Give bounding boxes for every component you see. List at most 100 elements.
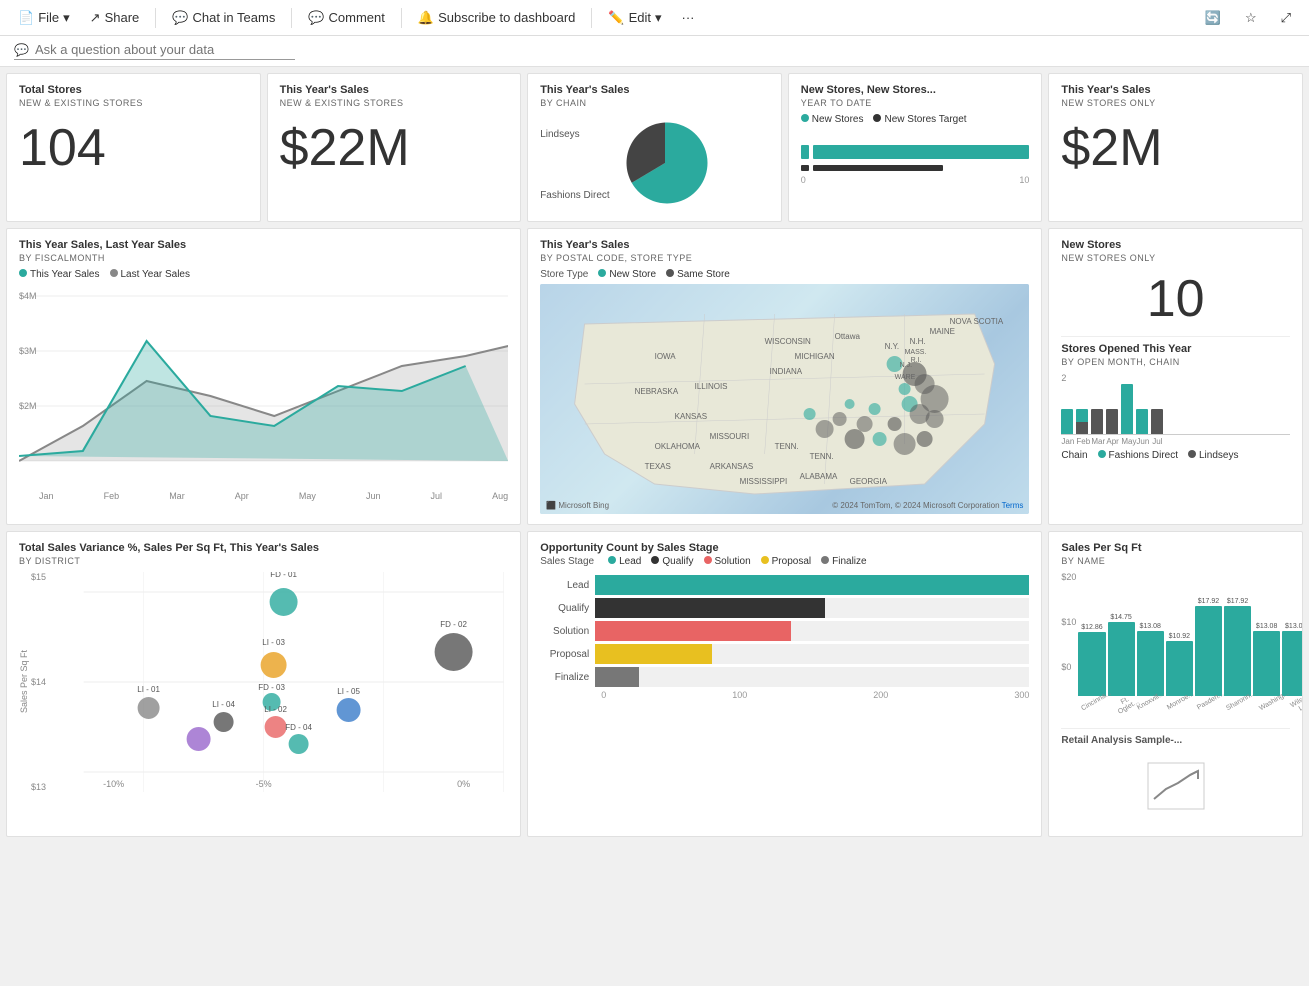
edit-button[interactable]: ✏️ Edit ▾ bbox=[600, 6, 669, 30]
opened-bar-apr bbox=[1106, 409, 1118, 434]
y-max: $4M bbox=[19, 291, 37, 301]
share-button[interactable]: ↗ Share bbox=[82, 6, 148, 30]
qa-icon: 💬 bbox=[14, 43, 29, 57]
opened-legend-2: Lindseys bbox=[1188, 450, 1238, 461]
map-legend-new: New Store bbox=[598, 269, 656, 280]
svg-text:NOVA SCOTIA: NOVA SCOTIA bbox=[950, 317, 1004, 326]
y-mid: $3M bbox=[19, 346, 37, 356]
ns-ytd-subtitle: YEAR TO DATE bbox=[801, 98, 1030, 108]
svg-text:MISSISSIPPI: MISSISSIPPI bbox=[740, 477, 788, 486]
qa-input[interactable] bbox=[35, 42, 295, 57]
comment-button[interactable]: 💬 Comment bbox=[300, 6, 393, 30]
more-button[interactable]: ··· bbox=[674, 6, 703, 29]
svg-text:ALABAMA: ALABAMA bbox=[800, 472, 838, 481]
total-stores-subtitle: NEW & EXISTING STORES bbox=[19, 98, 248, 108]
refresh-button[interactable]: 🔄 bbox=[1197, 6, 1229, 30]
svg-text:FD - 01: FD - 01 bbox=[270, 572, 297, 579]
share-label: Share bbox=[105, 10, 140, 25]
map-title: This Year's Sales bbox=[540, 239, 1029, 251]
svg-text:LI - 04: LI - 04 bbox=[212, 700, 235, 709]
chat-label: Chat in Teams bbox=[192, 10, 275, 25]
opp-x-axis: 0100200300 bbox=[540, 690, 1029, 700]
ns-ytd-title: New Stores, New Stores... bbox=[801, 84, 1030, 96]
card-new-stores-count: New Stores NEW STORES ONLY 10 Stores Ope… bbox=[1048, 228, 1303, 525]
opp-bar-lead: Lead bbox=[540, 575, 1029, 595]
map-subtitle: BY POSTAL CODE, STORE TYPE bbox=[540, 253, 1029, 263]
opp-title: Opportunity Count by Sales Stage bbox=[540, 542, 1029, 554]
line-chart-area: $4M $3M $2M bbox=[19, 286, 508, 489]
card-this-year-new-only: This Year's Sales NEW STORES ONLY $2M bbox=[1048, 73, 1303, 222]
bubble-subtitle: BY DISTRICT bbox=[19, 556, 508, 566]
svg-text:KANSAS: KANSAS bbox=[675, 412, 707, 421]
tys-chain-title: This Year's Sales bbox=[540, 84, 769, 96]
sqft-bar-1: $12.86 bbox=[1078, 624, 1105, 696]
file-label: File bbox=[38, 10, 59, 25]
map-store-type-label: Store Type bbox=[540, 269, 588, 280]
qa-input-container[interactable]: 💬 bbox=[14, 42, 295, 60]
line-legend-2: Last Year Sales bbox=[110, 269, 191, 280]
subscribe-button[interactable]: 🔔 Subscribe to dashboard bbox=[410, 6, 584, 30]
svg-text:WARE: WARE bbox=[895, 374, 916, 381]
sqft-bar-3: $13.08 bbox=[1137, 623, 1164, 696]
card-this-year-sales-new: This Year's Sales NEW & EXISTING STORES … bbox=[267, 73, 522, 222]
map-legend: Store Type New Store Same Store bbox=[540, 269, 1029, 280]
card-line-chart: This Year Sales, Last Year Sales BY FISC… bbox=[6, 228, 521, 525]
total-stores-title: Total Stores bbox=[19, 84, 248, 96]
svg-text:FD - 03: FD - 03 bbox=[258, 683, 285, 692]
ns-count-title: New Stores bbox=[1061, 239, 1290, 251]
opened-x-labels: Jan Feb Mar Apr May Jun Jul bbox=[1061, 437, 1290, 446]
bubble-y-axis-label: Sales Per Sq Ft bbox=[19, 572, 29, 792]
divider-2 bbox=[291, 8, 292, 28]
tys-new-only-value: $2M bbox=[1061, 120, 1290, 177]
sqft-bar-5: $17.92 bbox=[1195, 598, 1222, 696]
map-terms-link[interactable]: Terms bbox=[1002, 501, 1024, 510]
card-total-stores: Total Stores NEW & EXISTING STORES 104 bbox=[6, 73, 261, 222]
opened-subtitle: BY OPEN MONTH, CHAIN bbox=[1061, 357, 1290, 367]
map-placeholder[interactable]: IOWA ILLINOIS NEBRASKA KANSAS MISSOURI O… bbox=[540, 284, 1029, 514]
bubble-chart-container: $15 $14 $13 FD - 01 bbox=[31, 572, 508, 792]
total-stores-value: 104 bbox=[19, 120, 248, 177]
pie-labels: Lindseys Fashions Direct bbox=[540, 129, 609, 201]
chain-label: Chain bbox=[1061, 450, 1087, 461]
ns-ytd-legend: New Stores New Stores Target bbox=[801, 114, 1030, 125]
chat-in-teams-button[interactable]: 💬 Chat in Teams bbox=[164, 6, 283, 30]
opp-bar-solution: Solution bbox=[540, 621, 1029, 641]
retail-sample-section: Retail Analysis Sample-... bbox=[1061, 728, 1290, 826]
share-icon: ↗ bbox=[90, 10, 101, 26]
svg-text:ILLINOIS: ILLINOIS bbox=[695, 382, 728, 391]
svg-text:TENN.: TENN. bbox=[775, 442, 799, 451]
file-menu[interactable]: 📄 File ▾ bbox=[10, 6, 78, 30]
retail-sample-title: Retail Analysis Sample-... bbox=[1061, 735, 1290, 746]
opened-bar-feb bbox=[1076, 409, 1088, 434]
opp-legend: Sales Stage Lead Qualify Solution Propos… bbox=[540, 556, 1029, 567]
opp-lead: Lead bbox=[608, 556, 641, 567]
svg-text:LI - 02: LI - 02 bbox=[264, 705, 287, 714]
fullscreen-button[interactable]: ⤢ bbox=[1273, 6, 1299, 30]
sqft-bar-4: $10.92 bbox=[1166, 633, 1193, 696]
divider-3 bbox=[401, 8, 402, 28]
retail-thumbnail bbox=[1061, 746, 1290, 826]
sqft-x-labels: Cincinna... Ft. Oglet... Knoxvill... Mon… bbox=[1078, 698, 1303, 712]
bubble-chart-wrapper: Sales Per Sq Ft $15 $14 $13 bbox=[19, 572, 508, 792]
svg-text:OKLAHOMA: OKLAHOMA bbox=[655, 442, 701, 451]
svg-text:FD - 02: FD - 02 bbox=[440, 620, 467, 629]
edit-label: Edit bbox=[629, 10, 651, 25]
svg-text:Ottawa: Ottawa bbox=[835, 332, 861, 341]
map-inner: IOWA ILLINOIS NEBRASKA KANSAS MISSOURI O… bbox=[540, 284, 1029, 514]
opened-bars bbox=[1061, 385, 1290, 435]
ns-ytd-bars: 010 bbox=[801, 145, 1030, 185]
opened-bar-jun bbox=[1136, 409, 1148, 434]
svg-text:NEBRASKA: NEBRASKA bbox=[635, 387, 679, 396]
sqft-bars: $12.86 $14.75 $13.08 $10.92 bbox=[1078, 576, 1303, 696]
bookmark-button[interactable]: ☆ bbox=[1237, 6, 1265, 30]
line-subtitle: BY FISCALMONTH bbox=[19, 253, 508, 263]
dashboard: Total Stores NEW & EXISTING STORES 104 T… bbox=[0, 67, 1309, 843]
svg-text:MASS.: MASS. bbox=[905, 349, 927, 356]
comment-icon: 💬 bbox=[308, 10, 324, 26]
sqft-y-axis: $20$10$0 bbox=[1061, 572, 1076, 672]
sqft-title: Sales Per Sq Ft bbox=[1061, 542, 1290, 554]
line-legend: This Year Sales Last Year Sales bbox=[19, 269, 508, 280]
opp-qualify: Qualify bbox=[651, 556, 693, 567]
pie-label-lindseys: Lindseys bbox=[540, 129, 609, 140]
opened-bar-jul bbox=[1151, 409, 1163, 434]
